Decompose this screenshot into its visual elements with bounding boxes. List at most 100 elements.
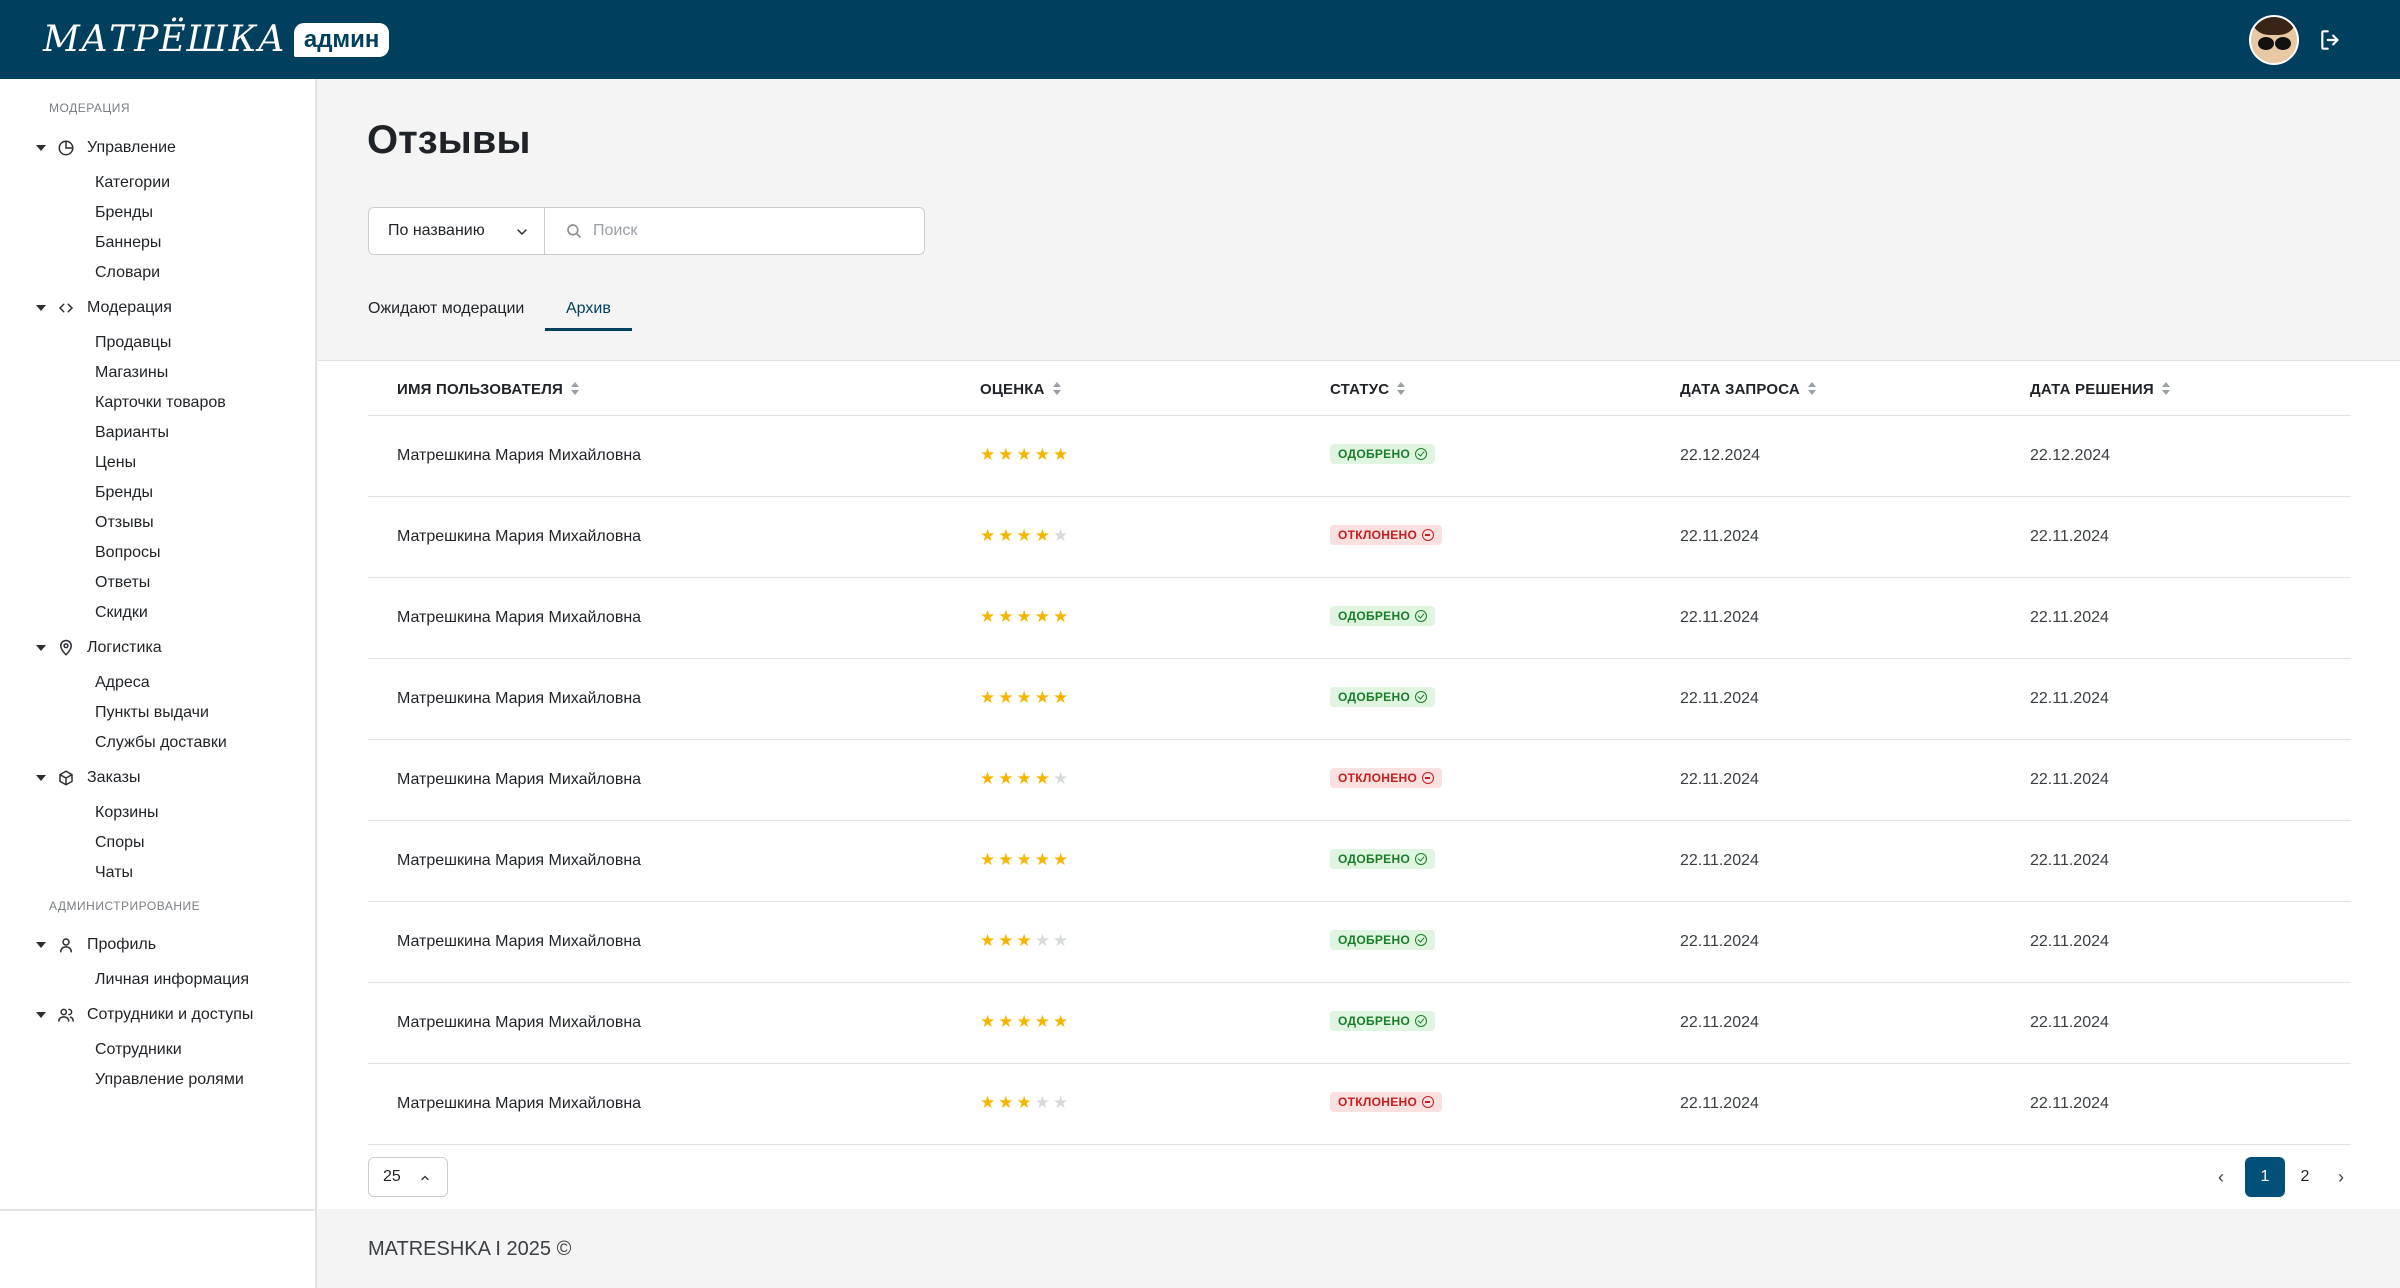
filter-select[interactable]: По названию: [368, 207, 544, 255]
prev-page-icon[interactable]: ‹: [2211, 1166, 2231, 1188]
column-header-label: ДАТА ЗАПРОСА: [1680, 380, 1800, 398]
column-header-label: СТАТУС: [1330, 380, 1390, 398]
caret-down-icon: [36, 305, 46, 311]
cell-request-date: 22.11.2024: [1680, 771, 1759, 788]
cell-username: Матрешкина Мария Михайловна: [397, 1014, 642, 1031]
sidebar-group-logistics[interactable]: Логистика: [36, 636, 162, 660]
status-badge-text: ОТКЛОНЕНО: [1338, 771, 1418, 785]
star-icon: ★: [1034, 1093, 1050, 1112]
sidebar-item-answers[interactable]: Ответы: [95, 572, 150, 594]
sidebar-group-profile[interactable]: Профиль: [36, 933, 156, 957]
star-icon: ★: [998, 1093, 1014, 1112]
sidebar-group-label: Логистика: [87, 639, 162, 656]
page-title: Отзывы: [367, 118, 531, 162]
table-row[interactable]: Матрешкина Мария Михайловна ★ ★ ★ ★ ★ ОТКЛОНЕН…: [368, 497, 2351, 578]
sidebar-item-delivery-services[interactable]: Службы доставки: [95, 732, 227, 754]
table-row[interactable]: Матрешкина Мария Михайловна ★ ★ ★ ★ ★ ОДОБРЕНО…: [368, 983, 2351, 1064]
sidebar-item-categories[interactable]: Категории: [95, 172, 170, 194]
rating-stars: ★ ★ ★ ★ ★: [980, 445, 1068, 465]
sidebar-item-carts[interactable]: Корзины: [95, 802, 159, 824]
star-icon: ★: [1053, 526, 1069, 545]
sidebar-item-employees[interactable]: Сотрудники: [95, 1039, 182, 1061]
sidebar-item-chats[interactable]: Чаты: [95, 862, 133, 884]
cell-status: ОТКЛОНЕНО: [1330, 1091, 1443, 1113]
sidebar-item-addresses[interactable]: Адреса: [95, 672, 150, 694]
sidebar-item-disputes[interactable]: Споры: [95, 832, 145, 854]
table-row[interactable]: Матрешкина Мария Михайловна ★ ★ ★ ★ ★ ОТКЛОНЕН…: [368, 740, 2351, 821]
star-icon: ★: [980, 850, 996, 869]
sidebar-item-shops[interactable]: Магазины: [95, 362, 168, 384]
sort-icon: [1397, 382, 1406, 396]
chevron-down-icon: [517, 229, 527, 236]
table-row[interactable]: Матрешкина Мария Михайловна ★ ★ ★ ★ ★ ОДОБРЕНО…: [368, 902, 2351, 983]
sidebar-item-product-cards[interactable]: Карточки товаров: [95, 392, 226, 414]
sidebar-item-brands[interactable]: Бренды: [95, 202, 153, 224]
logo[interactable]: МАТРЁШКА админ: [43, 20, 390, 60]
cell-decision-date: 22.11.2024: [2030, 528, 2109, 545]
star-icon: ★: [1053, 850, 1069, 869]
logout-icon[interactable]: [2318, 27, 2344, 53]
table-row[interactable]: Матрешкина Мария Михайловна ★ ★ ★ ★ ★ ОДОБРЕНО…: [368, 416, 2351, 497]
next-page-icon[interactable]: ›: [2331, 1166, 2351, 1188]
tab-pending-moderation[interactable]: Ожидают модерации: [368, 300, 524, 328]
sidebar-item-dictionaries[interactable]: Словари: [95, 262, 160, 284]
active-tab-indicator: [545, 328, 632, 331]
minus-circle-icon: [1422, 1096, 1435, 1108]
column-header-rating[interactable]: ОЦЕНКА: [980, 378, 1061, 400]
cell-username: Матрешкина Мария Михайловна: [397, 933, 642, 950]
star-icon: ★: [1016, 1093, 1032, 1112]
column-header-status[interactable]: СТАТУС: [1330, 378, 1406, 400]
column-header-decision-date[interactable]: ДАТА РЕШЕНИЯ: [2030, 378, 2170, 400]
per-page-select[interactable]: 25: [368, 1157, 448, 1197]
cell-request-date: 22.11.2024: [1680, 690, 1759, 707]
table-row[interactable]: Матрешкина Мария Михайловна ★ ★ ★ ★ ★ ОДОБРЕНО…: [368, 578, 2351, 659]
sidebar-group-moderation[interactable]: Модерация: [36, 296, 172, 320]
cell-decision-date: 22.11.2024: [2030, 609, 2109, 626]
table-row[interactable]: Матрешкина Мария Михайловна ★ ★ ★ ★ ★ ОДОБРЕНО…: [368, 659, 2351, 740]
status-badge-text: ОДОБРЕНО: [1338, 609, 1411, 623]
tab-archive[interactable]: Архив: [566, 300, 611, 328]
cell-status: ОДОБРЕНО: [1330, 443, 1436, 465]
cell-decision-date: 22.11.2024: [2030, 1014, 2109, 1031]
sidebar-group-management[interactable]: Управление: [36, 136, 176, 160]
sidebar-item-questions[interactable]: Вопросы: [95, 542, 161, 564]
table-row[interactable]: Матрешкина Мария Михайловна ★ ★ ★ ★ ★ ОДОБРЕНО…: [368, 821, 2351, 902]
status-badge-text: ОТКЛОНЕНО: [1338, 1095, 1418, 1109]
sidebar-item-discounts[interactable]: Скидки: [95, 602, 148, 624]
minus-circle-icon: [1422, 772, 1435, 784]
status-badge: ОДОБРЕНО: [1330, 687, 1436, 707]
sidebar-item-variants[interactable]: Варианты: [95, 422, 169, 444]
star-icon: ★: [1016, 931, 1032, 950]
status-badge: ОТКЛОНЕНО: [1330, 1092, 1443, 1112]
sidebar-item-pickup-points[interactable]: Пункты выдачи: [95, 702, 209, 724]
column-header-username[interactable]: ИМЯ ПОЛЬЗОВАТЕЛЯ: [397, 378, 579, 400]
table-row[interactable]: Матрешкина Мария Михайловна ★ ★ ★ ★ ★ ОТКЛОНЕН…: [368, 1064, 2351, 1145]
avatar[interactable]: [2249, 15, 2299, 65]
search-input[interactable]: [593, 222, 893, 240]
status-badge-text: ОДОБРЕНО: [1338, 852, 1411, 866]
star-icon: ★: [998, 931, 1014, 950]
sidebar-group-staff-access[interactable]: Сотрудники и доступы: [36, 1003, 253, 1027]
page-button-1[interactable]: 1: [2245, 1157, 2285, 1197]
star-icon: ★: [998, 1012, 1014, 1031]
sidebar-item-role-management[interactable]: Управление ролями: [95, 1069, 244, 1091]
star-icon: ★: [980, 607, 996, 626]
cell-username: Матрешкина Мария Михайловна: [397, 852, 642, 869]
sidebar-item-banners[interactable]: Баннеры: [95, 232, 161, 254]
sidebar-item-personal-info[interactable]: Личная информация: [95, 969, 249, 991]
filter-select-value: По названию: [388, 222, 485, 239]
status-badge: ОДОБРЕНО: [1330, 1011, 1436, 1031]
star-icon: ★: [1016, 769, 1032, 788]
star-icon: ★: [1053, 1093, 1069, 1112]
sidebar-item-reviews[interactable]: Отзывы: [95, 512, 154, 534]
map-pin-icon: [59, 639, 73, 656]
status-badge: ОДОБРЕНО: [1330, 930, 1436, 950]
page-button-2[interactable]: 2: [2285, 1157, 2325, 1197]
rating-stars: ★ ★ ★ ★ ★: [980, 931, 1068, 951]
star-icon: ★: [1016, 688, 1032, 707]
column-header-request-date[interactable]: ДАТА ЗАПРОСА: [1680, 378, 1816, 400]
sidebar-item-prices[interactable]: Цены: [95, 452, 136, 474]
sidebar-item-mod-brands[interactable]: Бренды: [95, 482, 153, 504]
sidebar-group-orders[interactable]: Заказы: [36, 766, 140, 790]
sidebar-item-sellers[interactable]: Продавцы: [95, 332, 171, 354]
